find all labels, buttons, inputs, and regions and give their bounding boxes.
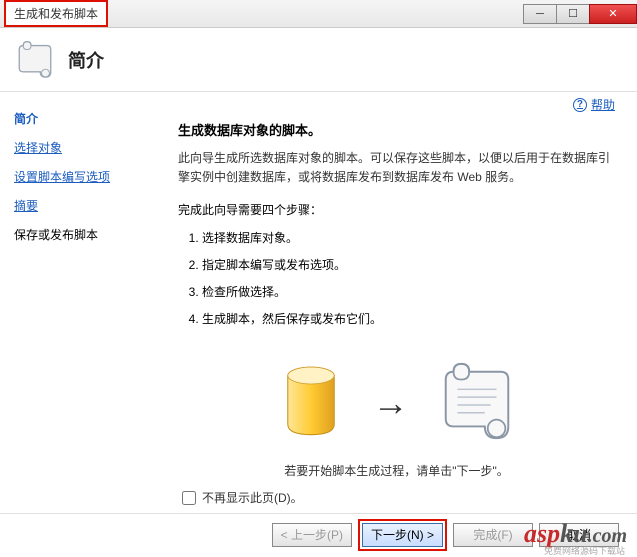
titlebar: 生成和发布脚本 ─ ☐ ✕ bbox=[0, 0, 637, 28]
sidebar-item-label: 简介 bbox=[14, 112, 38, 126]
sidebar-item-label: 选择对象 bbox=[14, 141, 62, 155]
arrow-icon: → bbox=[373, 382, 409, 424]
sidebar-item-save: 保存或发布脚本 bbox=[14, 220, 158, 249]
steps-list: 选择数据库对象。 指定脚本编写或发布选项。 检查所做选择。 生成脚本，然后保存或… bbox=[202, 224, 615, 332]
checkbox-label: 不再显示此页(D)。 bbox=[202, 489, 303, 506]
next-button-highlight: 下一步(N) > bbox=[358, 519, 447, 551]
sidebar-item-options[interactable]: 设置脚本编写选项 bbox=[14, 162, 158, 191]
help-icon: ? bbox=[573, 98, 587, 112]
dont-show-again-checkbox[interactable] bbox=[182, 491, 196, 505]
intro-title: 生成数据库对象的脚本。 bbox=[178, 120, 615, 139]
prev-button: < 上一步(P) bbox=[272, 523, 352, 547]
main-content: ? 帮助 生成数据库对象的脚本。 此向导生成所选数据库对象的脚本。可以保存这些脚… bbox=[168, 92, 637, 513]
script-icon bbox=[437, 360, 517, 446]
step-item: 选择数据库对象。 bbox=[202, 224, 615, 251]
sidebar-item-select[interactable]: 选择对象 bbox=[14, 133, 158, 162]
finish-button: 完成(F) bbox=[453, 523, 533, 547]
next-button[interactable]: 下一步(N) > bbox=[362, 523, 443, 547]
help-label: 帮助 bbox=[591, 96, 615, 113]
maximize-button[interactable]: ☐ bbox=[556, 4, 590, 24]
window-controls: ─ ☐ ✕ bbox=[524, 4, 637, 24]
dont-show-again-row[interactable]: 不再显示此页(D)。 bbox=[182, 489, 615, 506]
help-link[interactable]: ? 帮助 bbox=[573, 96, 615, 113]
sidebar-item-summary[interactable]: 摘要 bbox=[14, 191, 158, 220]
start-text: 若要开始脚本生成过程，请单击"下一步"。 bbox=[178, 462, 615, 479]
steps-intro: 完成此向导需要四个步骤： bbox=[178, 201, 615, 218]
sidebar-item-label: 设置脚本编写选项 bbox=[14, 170, 110, 184]
minimize-button[interactable]: ─ bbox=[523, 4, 557, 24]
illustration: → bbox=[178, 360, 615, 446]
sidebar: 简介 选择对象 设置脚本编写选项 摘要 保存或发布脚本 bbox=[0, 92, 168, 513]
header: 简介 bbox=[0, 28, 637, 92]
step-item: 检查所做选择。 bbox=[202, 278, 615, 305]
database-icon bbox=[277, 365, 345, 441]
step-item: 生成脚本，然后保存或发布它们。 bbox=[202, 305, 615, 332]
body: 简介 选择对象 设置脚本编写选项 摘要 保存或发布脚本 ? 帮助 生成数据库对象… bbox=[0, 92, 637, 513]
watermark-sub: 免费网络源码下载站 bbox=[544, 544, 625, 557]
step-item: 指定脚本编写或发布选项。 bbox=[202, 251, 615, 278]
window-title: 生成和发布脚本 bbox=[4, 0, 108, 27]
scroll-icon bbox=[14, 39, 56, 81]
sidebar-item-label: 摘要 bbox=[14, 199, 38, 213]
close-button[interactable]: ✕ bbox=[589, 4, 637, 24]
sidebar-item-intro: 简介 bbox=[14, 104, 158, 133]
intro-description: 此向导生成所选数据库对象的脚本。可以保存这些脚本，以便以后用于在数据库引擎实例中… bbox=[178, 149, 615, 187]
sidebar-item-label: 保存或发布脚本 bbox=[14, 228, 98, 242]
page-title: 简介 bbox=[68, 47, 104, 73]
